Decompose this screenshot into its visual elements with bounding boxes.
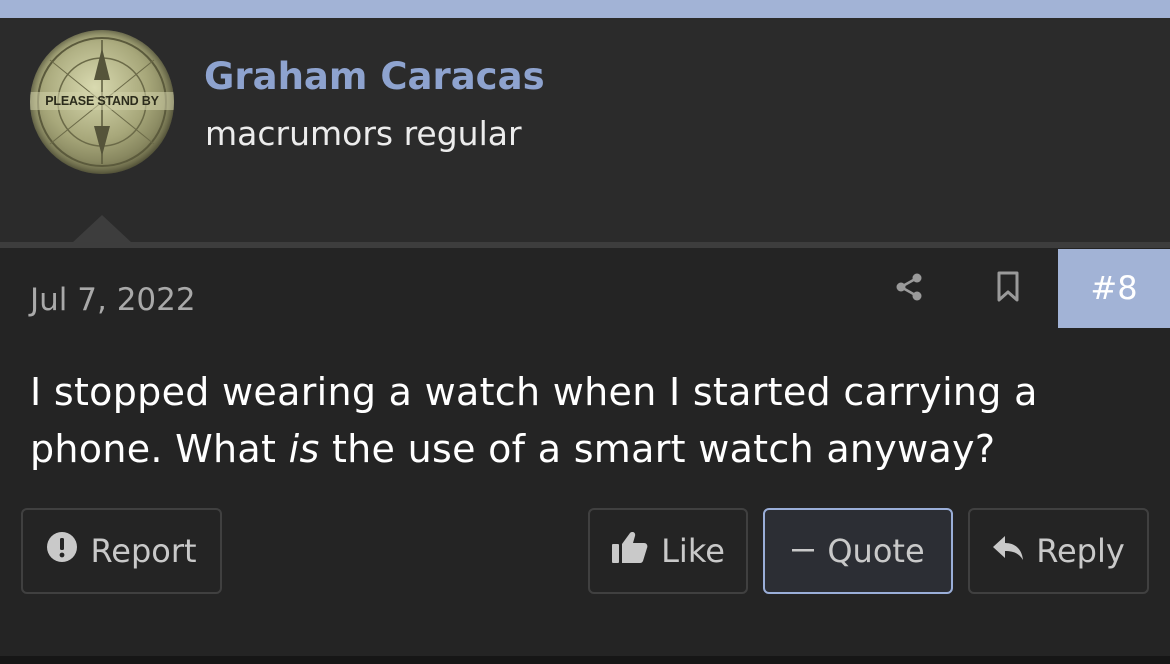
- share-icon[interactable]: [893, 270, 927, 304]
- username-link[interactable]: Graham Caracas: [204, 55, 545, 98]
- message-pointer: [72, 215, 132, 243]
- bookmark-icon[interactable]: [994, 270, 1022, 304]
- report-button[interactable]: Report: [21, 508, 222, 594]
- message-emphasis: is: [288, 427, 320, 471]
- avatar-label: PLEASE STAND BY: [30, 92, 174, 110]
- bottom-edge: [0, 656, 1170, 664]
- reply-button[interactable]: Reply: [968, 508, 1149, 594]
- post-date[interactable]: Jul 7, 2022: [30, 282, 196, 318]
- reply-arrow-icon: [992, 532, 1024, 570]
- reply-label: Reply: [1036, 532, 1125, 570]
- report-label: Report: [90, 532, 197, 570]
- exclamation-circle-icon: [46, 531, 78, 571]
- minus-icon: [791, 532, 815, 570]
- thumbs-up-icon: [611, 530, 649, 572]
- post-number-badge[interactable]: #8: [1058, 249, 1170, 328]
- avatar[interactable]: PLEASE STAND BY: [30, 30, 174, 174]
- post-message: I stopped wearing a watch when I started…: [30, 364, 1150, 478]
- quote-button[interactable]: Quote: [763, 508, 953, 594]
- quote-label: Quote: [827, 532, 925, 570]
- top-accent-bar: [0, 0, 1170, 18]
- post-user-header: [0, 18, 1170, 242]
- message-text-end: the use of a smart watch anyway?: [319, 427, 996, 471]
- user-title: macrumors regular: [205, 114, 522, 153]
- like-label: Like: [661, 532, 725, 570]
- like-button[interactable]: Like: [588, 508, 748, 594]
